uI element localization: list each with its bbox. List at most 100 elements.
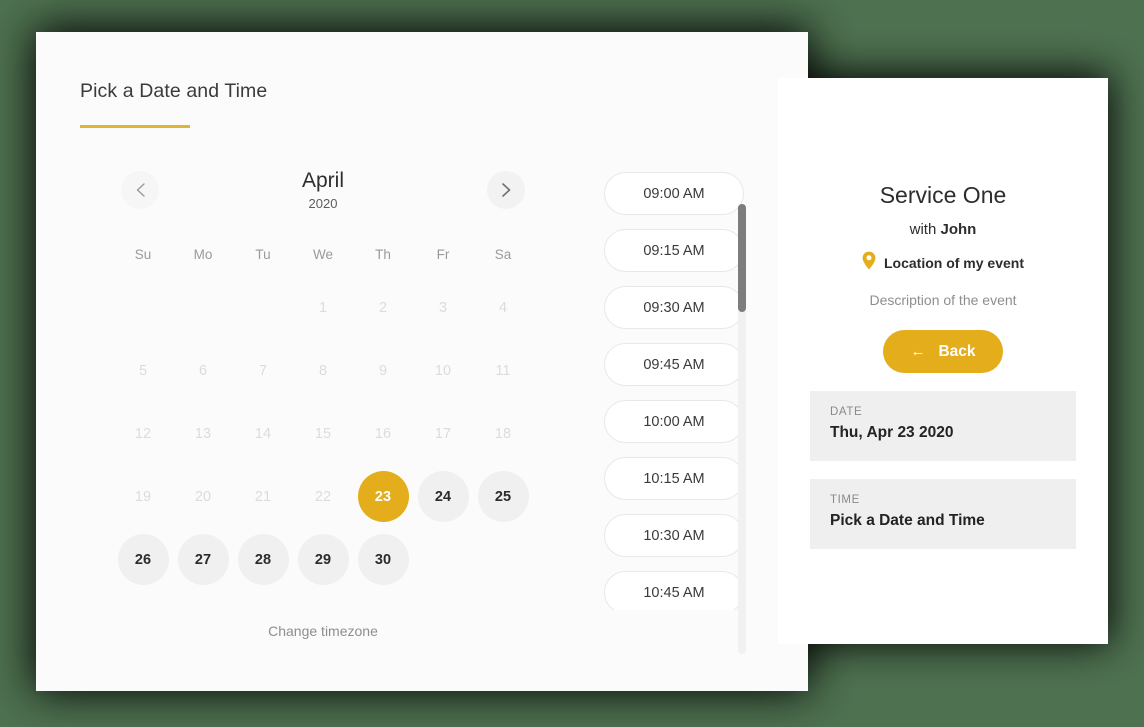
calendar-header: April 2020 bbox=[113, 160, 533, 220]
calendar-day-cell: 19 bbox=[113, 469, 173, 524]
calendar-day-26[interactable]: 26 bbox=[117, 534, 169, 585]
weekday-header: Fr bbox=[436, 247, 450, 262]
calendar-day-19: 19 bbox=[134, 488, 152, 505]
calendar-day-30[interactable]: 30 bbox=[357, 534, 409, 585]
calendar-day-cell: 24 bbox=[413, 469, 473, 524]
weekday-header: Su bbox=[134, 247, 152, 262]
time-slot-scrollbar[interactable] bbox=[738, 204, 746, 654]
calendar-day-cell: 13 bbox=[173, 406, 233, 461]
calendar-day-24[interactable]: 24 bbox=[417, 471, 469, 522]
time-slot-button[interactable]: 10:00 AM bbox=[604, 400, 744, 443]
chevron-left-icon bbox=[135, 182, 146, 198]
calendar-day-4: 4 bbox=[498, 299, 508, 316]
calendar-day-cell: 14 bbox=[233, 406, 293, 461]
calendar-day-18: 18 bbox=[494, 425, 512, 442]
calendar-day-28[interactable]: 28 bbox=[237, 534, 289, 585]
weekday-header: Mo bbox=[193, 247, 213, 262]
calendar-day-cell: 1 bbox=[293, 280, 353, 335]
calendar-day-20: 20 bbox=[194, 488, 212, 505]
calendar-day-cell: 27 bbox=[173, 532, 233, 587]
calendar-day-cell: 29 bbox=[293, 532, 353, 587]
service-provider-line: with John bbox=[810, 221, 1076, 238]
calendar-day-cell: 15 bbox=[293, 406, 353, 461]
time-slot-button[interactable]: 09:00 AM bbox=[604, 172, 744, 215]
time-slot-button[interactable]: 10:30 AM bbox=[604, 514, 744, 557]
service-description: Description of the event bbox=[869, 292, 1017, 308]
back-button-label: Back bbox=[938, 342, 976, 360]
summary-panel: Service One with John Location of my eve… bbox=[778, 78, 1108, 644]
service-title: Service One bbox=[879, 182, 1007, 208]
time-slot-button[interactable]: 10:45 AM bbox=[604, 571, 744, 610]
time-slot-button[interactable]: 09:45 AM bbox=[604, 343, 744, 386]
calendar-day-cell: 28 bbox=[233, 532, 293, 587]
calendar-day-cell: 22 bbox=[293, 469, 353, 524]
calendar-day-3: 3 bbox=[438, 299, 448, 316]
calendar-day-cell: 25 bbox=[473, 469, 533, 524]
calendar-day-17: 17 bbox=[434, 425, 452, 442]
next-month-button[interactable] bbox=[487, 171, 525, 209]
calendar-day-cell: 5 bbox=[113, 343, 173, 398]
calendar-day-2: 2 bbox=[378, 299, 388, 316]
calendar-day-8: 8 bbox=[318, 362, 328, 379]
calendar-day-cell: 10 bbox=[413, 343, 473, 398]
calendar-day-cell: 30 bbox=[353, 532, 413, 587]
calendar-day-21: 21 bbox=[254, 488, 272, 505]
calendar-day-cell: 7 bbox=[233, 343, 293, 398]
calendar-day-blank bbox=[113, 280, 173, 335]
booking-card: Pick a Date and Time April 2020 Su Mo Tu… bbox=[36, 32, 808, 691]
calendar-month-year: April 2020 bbox=[159, 169, 487, 210]
date-info-label: DATE bbox=[830, 406, 863, 418]
calendar-day-cell: 11 bbox=[473, 343, 533, 398]
picker-body: April 2020 Su Mo Tu We Th Fr Sa 1 2 3 4 5 6 7 8 9 10 11 12… bbox=[36, 128, 808, 639]
calendar-day-cell: 20 bbox=[173, 469, 233, 524]
prev-month-button[interactable] bbox=[121, 171, 159, 209]
calendar-day-cell: 3 bbox=[413, 280, 473, 335]
calendar-day-27[interactable]: 27 bbox=[177, 534, 229, 585]
chevron-right-icon bbox=[501, 182, 512, 198]
calendar-day-blank bbox=[233, 280, 293, 335]
time-info-value: Pick a Date and Time bbox=[830, 512, 985, 529]
calendar-day-15: 15 bbox=[314, 425, 332, 442]
calendar-day-5: 5 bbox=[138, 362, 148, 379]
calendar-day-10: 10 bbox=[434, 362, 452, 379]
back-button[interactable]: ← Back bbox=[883, 330, 1003, 373]
calendar: April 2020 Su Mo Tu We Th Fr Sa 1 2 3 4 5 6 7 8 9 10 11 12… bbox=[36, 160, 566, 639]
calendar-day-cell: 16 bbox=[353, 406, 413, 461]
time-slot-button[interactable]: 09:30 AM bbox=[604, 286, 744, 329]
calendar-day-7: 7 bbox=[258, 362, 268, 379]
time-slot-button[interactable]: 10:15 AM bbox=[604, 457, 744, 500]
provider-name: John bbox=[940, 221, 977, 238]
calendar-day-6: 6 bbox=[198, 362, 208, 379]
calendar-day-11: 11 bbox=[495, 362, 511, 379]
calendar-day-29[interactable]: 29 bbox=[297, 534, 349, 585]
calendar-grid: Su Mo Tu We Th Fr Sa 1 2 3 4 5 6 7 8 9 10 11 12 13 14 15 16 17 1… bbox=[113, 238, 533, 587]
calendar-day-cell: 9 bbox=[353, 343, 413, 398]
calendar-day-14: 14 bbox=[254, 425, 272, 442]
with-prefix-label: with bbox=[909, 221, 937, 238]
change-timezone-link[interactable]: Change timezone bbox=[113, 623, 533, 639]
time-info-label: TIME bbox=[830, 494, 860, 506]
calendar-day-cell: 2 bbox=[353, 280, 413, 335]
page-header: Pick a Date and Time bbox=[36, 32, 808, 128]
calendar-month: April bbox=[301, 169, 344, 193]
calendar-day-25[interactable]: 25 bbox=[477, 471, 529, 522]
weekday-header: Th bbox=[375, 247, 391, 262]
calendar-day-23[interactable]: 23 bbox=[357, 471, 409, 522]
calendar-year: 2020 bbox=[308, 195, 338, 211]
calendar-day-13: 13 bbox=[194, 425, 212, 442]
service-location-label: Location of my event bbox=[883, 255, 1025, 271]
calendar-day-cell: 12 bbox=[113, 406, 173, 461]
calendar-day-cell: 8 bbox=[293, 343, 353, 398]
calendar-day-cell: 26 bbox=[113, 532, 173, 587]
time-slot-button[interactable]: 09:15 AM bbox=[604, 229, 744, 272]
page-title: Pick a Date and Time bbox=[80, 80, 268, 102]
calendar-day-blank bbox=[173, 280, 233, 335]
time-info-box: TIME Pick a Date and Time bbox=[810, 479, 1076, 549]
calendar-day-cell: 23 bbox=[353, 469, 413, 524]
date-info-box: DATE Thu, Apr 23 2020 bbox=[810, 391, 1076, 461]
calendar-day-cell: 18 bbox=[473, 406, 533, 461]
date-info-value: Thu, Apr 23 2020 bbox=[830, 424, 954, 441]
time-slot-scrollbar-thumb[interactable] bbox=[738, 204, 746, 312]
service-location: Location of my event bbox=[810, 251, 1076, 275]
calendar-day-cell: 6 bbox=[173, 343, 233, 398]
